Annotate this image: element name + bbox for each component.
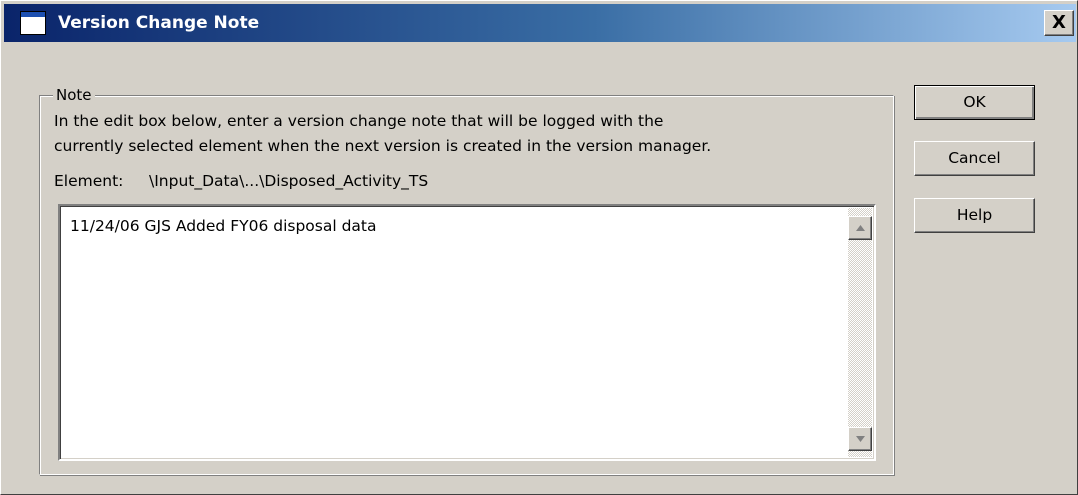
element-path: \Input_Data\...\Disposed_Activity_TS <box>149 172 429 190</box>
note-text[interactable]: 11/24/06 GJS Added FY06 disposal data <box>70 216 377 236</box>
title-bar[interactable]: Version Change Note X <box>4 4 1076 42</box>
element-label: Element: <box>54 172 124 190</box>
window-icon <box>20 11 46 35</box>
scroll-down-button[interactable] <box>848 427 872 451</box>
dialog-title: Version Change Note <box>58 13 260 33</box>
note-edit-box[interactable]: 11/24/06 GJS Added FY06 disposal data <box>58 204 876 461</box>
scroll-up-button[interactable] <box>848 216 872 240</box>
close-icon: X <box>1052 12 1066 33</box>
note-group-label: Note <box>53 85 95 105</box>
scroll-down-arrow-icon <box>856 436 865 442</box>
instruction-line-2: currently selected element when the next… <box>54 137 712 155</box>
instruction-line-1: In the edit box below, enter a version c… <box>54 112 664 130</box>
close-button[interactable]: X <box>1044 10 1074 36</box>
help-button[interactable]: Help <box>914 198 1035 233</box>
cancel-button[interactable]: Cancel <box>914 141 1035 176</box>
version-change-note-dialog: Version Change Note X Note In the edit b… <box>0 0 1078 495</box>
vertical-scrollbar[interactable] <box>848 208 872 457</box>
ok-button[interactable]: OK <box>914 85 1035 120</box>
scroll-up-arrow-icon <box>856 225 865 231</box>
